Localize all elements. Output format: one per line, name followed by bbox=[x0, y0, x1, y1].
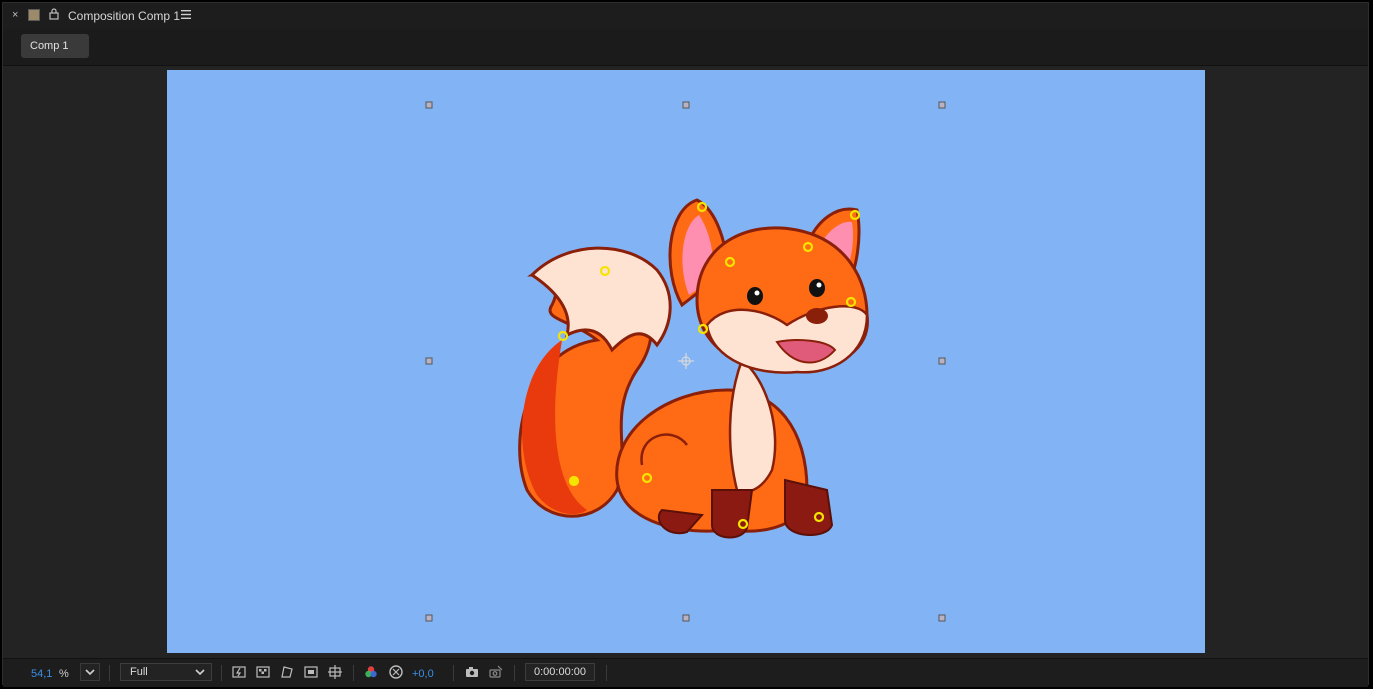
tab-label: Comp 1 bbox=[30, 40, 69, 52]
tab-bar: Comp 1 bbox=[3, 29, 1368, 66]
zoom-value[interactable]: 54,1 bbox=[31, 668, 52, 680]
grid-guides-icon[interactable] bbox=[327, 664, 343, 680]
chevron-down-icon bbox=[85, 669, 95, 676]
composition-viewer[interactable] bbox=[3, 66, 1368, 658]
anchor-point-icon[interactable] bbox=[678, 353, 694, 369]
composition-panel: × Composition Comp 1 Comp 1 54,1 % Full … bbox=[2, 2, 1369, 687]
color-channels-icon[interactable] bbox=[363, 664, 379, 680]
panel-title: Composition Comp 1 bbox=[68, 9, 181, 23]
current-time-display[interactable]: 0:00:00:00 bbox=[525, 663, 595, 681]
region-of-interest-icon[interactable] bbox=[303, 664, 319, 680]
toolbar-divider bbox=[606, 665, 607, 681]
viewer-toolbar: 54,1 % Full +0,0 0:00:00:00 bbox=[3, 658, 1368, 687]
toolbar-divider bbox=[109, 665, 110, 681]
chevron-down-icon bbox=[195, 669, 205, 676]
close-icon[interactable]: × bbox=[12, 10, 22, 21]
show-snapshot-icon[interactable] bbox=[488, 664, 504, 680]
zoom-unit: % bbox=[59, 668, 69, 680]
toolbar-divider bbox=[514, 665, 515, 681]
toolbar-divider bbox=[221, 665, 222, 681]
hamburger-menu-icon[interactable] bbox=[181, 10, 191, 19]
lock-icon[interactable] bbox=[49, 8, 59, 20]
fast-previews-icon[interactable] bbox=[231, 664, 247, 680]
toolbar-divider bbox=[453, 665, 454, 681]
label-color-swatch[interactable] bbox=[28, 9, 40, 21]
mask-path-visibility-icon[interactable] bbox=[279, 664, 295, 680]
tab-comp-1[interactable]: Comp 1 bbox=[21, 34, 89, 58]
reset-exposure-icon[interactable] bbox=[388, 664, 404, 680]
resolution-value: Full bbox=[130, 666, 148, 678]
exposure-value[interactable]: +0,0 bbox=[412, 668, 434, 680]
composition-canvas[interactable] bbox=[167, 70, 1205, 653]
panel-header: × Composition Comp 1 bbox=[3, 3, 1368, 29]
resolution-select[interactable]: Full bbox=[120, 663, 212, 681]
transparency-grid-icon[interactable] bbox=[255, 664, 271, 680]
snapshot-camera-icon[interactable] bbox=[464, 664, 480, 680]
fox-illustration[interactable] bbox=[518, 198, 869, 539]
toolbar-divider bbox=[353, 665, 354, 681]
zoom-dropdown[interactable] bbox=[80, 663, 100, 681]
